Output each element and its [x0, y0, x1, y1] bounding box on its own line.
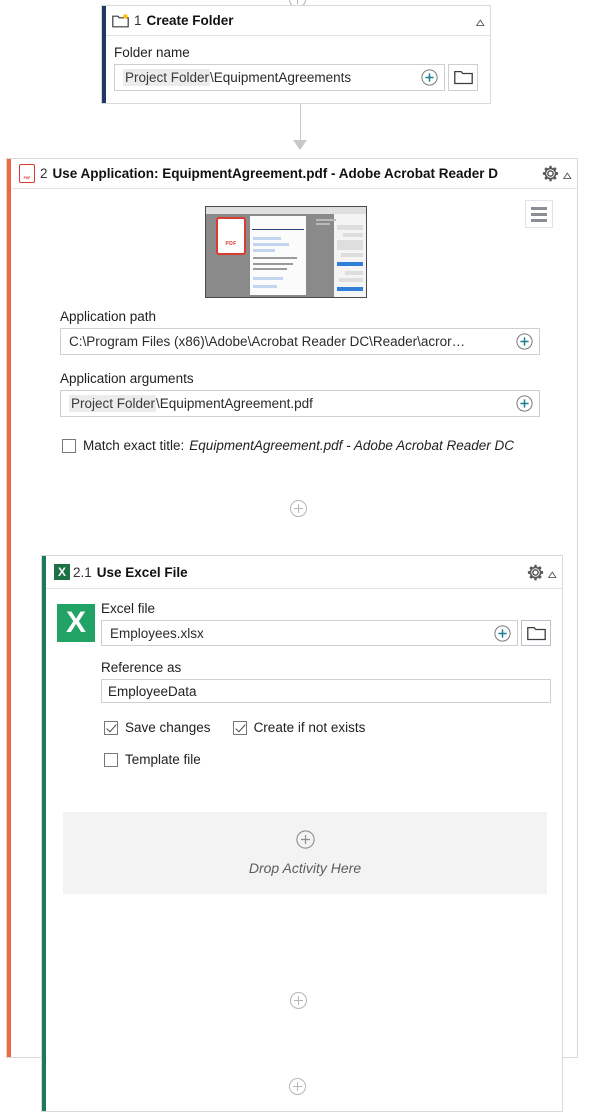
folder-name-variable-chip[interactable]: Project Folder — [123, 69, 210, 86]
application-path-input[interactable]: C:\Program Files (x86)\Adobe\Acrobat Rea… — [60, 328, 540, 355]
gear-icon[interactable] — [526, 563, 545, 582]
save-changes-label: Save changes — [125, 720, 211, 735]
match-exact-title-label: Match exact title: — [83, 438, 184, 453]
excel-badge-large: X — [57, 604, 95, 642]
connector-arrow-1-2 — [293, 140, 307, 150]
excel-file-row[interactable]: Employees.xlsx — [101, 620, 551, 646]
drop-activity-zone[interactable]: Drop Activity Here — [63, 812, 547, 894]
pdf-overlay-icon:  PDF — [216, 217, 246, 255]
folder-name-text: \EquipmentAgreements — [210, 70, 351, 85]
folder-name-plus-button[interactable] — [415, 69, 438, 86]
reference-as-field: Reference as EmployeeData — [101, 660, 551, 703]
create-if-not-exists-label: Create if not exists — [254, 720, 366, 735]
activity-sequence-number: 2 — [40, 166, 48, 181]
excel-browse-button[interactable] — [521, 620, 551, 646]
application-path-field: Application path C:\Program Files (x86)\… — [60, 309, 540, 355]
application-arguments-row[interactable]: Project Folder \EquipmentAgreement.pdf — [60, 390, 540, 417]
activity-title: Create Folder — [147, 13, 234, 28]
activity-card-use-application[interactable]: PDF 2 Use Application: EquipmentAgreeme… — [6, 158, 578, 1058]
match-exact-title-value: EquipmentAgreement.pdf - Adobe Acrobat R… — [189, 438, 514, 453]
folder-browse-button[interactable] — [448, 64, 478, 91]
activity-body-create-folder: Folder name Project Folder \EquipmentAgr… — [102, 36, 490, 101]
folder-name-label: Folder name — [114, 45, 478, 60]
folder-new-icon — [112, 14, 129, 28]
excel-file-field: Excel file Employees.xlsx — [101, 601, 551, 646]
application-path-text: C:\Program Files (x86)\Adobe\Acrobat Rea… — [69, 334, 465, 349]
application-preview-thumbnail:  PDF — [205, 206, 367, 298]
reference-as-label: Reference as — [101, 660, 551, 675]
match-exact-title-checkbox[interactable] — [62, 439, 76, 453]
plus-circle-icon[interactable] — [296, 830, 315, 852]
activity-sequence-number: 1 — [134, 13, 142, 28]
create-if-not-exists-checkbox[interactable] — [233, 721, 247, 735]
chevron-up-icon[interactable]: ▵ — [476, 15, 485, 28]
excel-options-row-1: Save changes Create if not exists — [104, 720, 365, 735]
activity-header-actions[interactable]: ▵ — [537, 164, 571, 183]
activity-header-actions[interactable]: ▵ — [522, 563, 556, 582]
application-arguments-label: Application arguments — [60, 371, 540, 386]
activity-accent-bar — [102, 6, 106, 103]
activity-header-actions[interactable]: ▵ — [473, 14, 484, 27]
add-activity-button-bottom[interactable] — [289, 1078, 306, 1095]
application-path-row[interactable]: C:\Program Files (x86)\Adobe\Acrobat Rea… — [60, 328, 540, 355]
chevron-up-icon[interactable]: ▵ — [548, 567, 557, 580]
excel-file-icon: X — [54, 564, 70, 580]
application-path-plus-button[interactable] — [510, 333, 533, 350]
folder-name-input[interactable]: Project Folder \EquipmentAgreements — [114, 64, 445, 91]
activity-sequence-number: 2.1 — [73, 565, 92, 580]
excel-file-plus-button[interactable] — [488, 625, 511, 642]
application-path-label: Application path — [60, 309, 540, 324]
activity-title: Use Excel File — [97, 565, 188, 580]
add-activity-button-after-excel[interactable] — [290, 992, 307, 1009]
activity-title: Use Application: EquipmentAgreement.pdf … — [53, 166, 499, 181]
application-arguments-variable-chip[interactable]: Project Folder — [69, 395, 156, 412]
gear-icon[interactable] — [541, 164, 560, 183]
save-changes-checkbox[interactable] — [104, 721, 118, 735]
activity-card-create-folder[interactable]: 1 Create Folder ▵ Folder name Project Fo… — [101, 5, 491, 104]
template-file-checkbox[interactable] — [104, 753, 118, 767]
reference-as-input[interactable]: EmployeeData — [101, 679, 551, 703]
application-arguments-plus-button[interactable] — [510, 395, 533, 412]
activity-card-use-excel-file[interactable]: X 2.1 Use Excel File ▵ X Excel file Empl… — [41, 555, 563, 1112]
pdf-file-icon: PDF — [19, 164, 35, 183]
excel-file-label: Excel file — [101, 601, 551, 616]
excel-file-text: Employees.xlsx — [110, 626, 204, 641]
create-if-not-exists-row[interactable]: Create if not exists — [233, 720, 366, 735]
hamburger-menu-icon[interactable] — [525, 200, 553, 228]
application-arguments-input[interactable]: Project Folder \EquipmentAgreement.pdf — [60, 390, 540, 417]
chevron-up-icon[interactable]: ▵ — [563, 168, 572, 181]
activity-header-create-folder[interactable]: 1 Create Folder ▵ — [102, 6, 490, 36]
activity-header-use-application[interactable]: PDF 2 Use Application: EquipmentAgreeme… — [7, 159, 577, 189]
template-file-row[interactable]: Template file — [104, 752, 201, 767]
drop-activity-label: Drop Activity Here — [249, 860, 361, 876]
excel-file-input[interactable]: Employees.xlsx — [101, 620, 518, 646]
add-activity-button-inner[interactable] — [290, 500, 307, 517]
match-exact-title-row[interactable]: Match exact title: EquipmentAgreement.pd… — [62, 438, 567, 453]
folder-name-row[interactable]: Project Folder \EquipmentAgreements — [114, 64, 478, 91]
reference-as-text: EmployeeData — [108, 684, 197, 699]
activity-accent-bar — [7, 159, 11, 1057]
save-changes-row[interactable]: Save changes — [104, 720, 211, 735]
activity-accent-bar — [42, 556, 46, 1111]
application-arguments-field: Application arguments Project Folder \Eq… — [60, 371, 540, 417]
application-arguments-text: \EquipmentAgreement.pdf — [156, 396, 313, 411]
template-file-label: Template file — [125, 752, 201, 767]
activity-header-use-excel-file[interactable]: X 2.1 Use Excel File ▵ — [42, 556, 562, 589]
